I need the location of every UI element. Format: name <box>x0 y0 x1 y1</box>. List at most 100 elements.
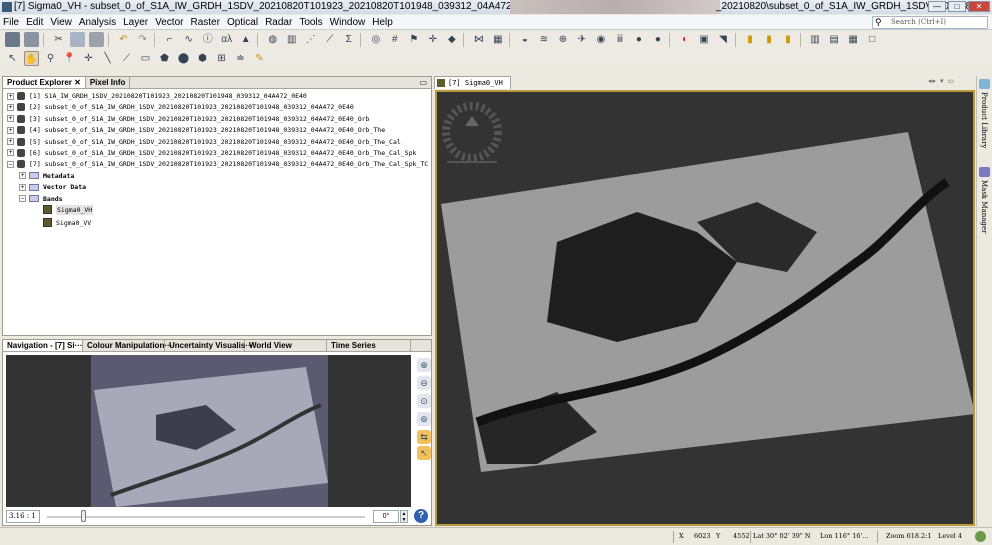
bar-icon[interactable]: ▮ <box>743 32 758 47</box>
histogram-icon[interactable]: ▲ <box>238 32 253 47</box>
gcp-icon[interactable]: ✛ <box>425 32 440 47</box>
save-icon[interactable] <box>24 32 39 47</box>
minimize-panel-button[interactable]: ▭ <box>419 77 427 89</box>
colour-icon[interactable]: ◐ <box>678 32 693 47</box>
mask-icon[interactable]: ▣ <box>697 32 712 47</box>
product-item[interactable]: + [1] S1A_IW_GRDH_1SDV_20210820T101923_20… <box>7 91 431 102</box>
undo-icon[interactable]: ↶ <box>116 32 131 47</box>
menu-view[interactable]: View <box>50 17 72 28</box>
zoom-in-button[interactable]: ⊕ <box>417 358 431 372</box>
menu-layer[interactable]: Layer <box>123 17 148 28</box>
tile-single-icon[interactable]: □ <box>865 32 880 47</box>
search-input[interactable]: Search (Ctrl+I) <box>872 16 988 29</box>
product-item[interactable]: + [3] subset_0_of_S1A_IW_GRDH_1SDV_202108… <box>7 114 431 125</box>
tab-world-view[interactable]: World View <box>245 340 327 351</box>
zoom-tool-icon[interactable]: ⚲ <box>43 51 58 66</box>
band-item-sigma0-vv[interactable]: Sigma0_VV <box>7 218 431 229</box>
metadata-node[interactable]: + Metadata <box>7 171 431 182</box>
zoom-pixel-button[interactable]: ⊙ <box>417 394 431 408</box>
product-item[interactable]: + [4] subset_0_of_S1A_IW_GRDH_1SDV_202108… <box>7 125 431 136</box>
tab-colour-manipulation[interactable]: Colour Manipulation··· <box>83 340 172 351</box>
scatter-plot-icon[interactable]: ⋰ <box>303 32 318 47</box>
image-canvas[interactable] <box>435 90 975 526</box>
world-map-icon[interactable] <box>975 531 986 542</box>
tab-uncertainty-visualisation[interactable]: Uncertainty Visualis··· <box>165 340 253 351</box>
navigation-preview[interactable] <box>6 355 411 507</box>
zoom-out-button[interactable]: ⊖ <box>417 376 431 390</box>
zoom-all-button[interactable]: ⊚ <box>417 412 431 426</box>
line-tool-icon[interactable]: ╲ <box>100 51 115 66</box>
satellite-icon[interactable]: ✈ <box>574 32 589 47</box>
scale-field[interactable]: 3.16 : 1 <box>6 510 40 523</box>
pin-tool-icon[interactable]: 📍 <box>62 51 77 66</box>
tab-pixel-info[interactable]: Pixel Info <box>86 77 131 88</box>
gcp-manager-icon[interactable]: ⊕ <box>555 32 570 47</box>
info-icon[interactable]: ⓘ <box>200 32 215 47</box>
bar2-icon[interactable]: ▮ <box>762 32 777 47</box>
ellipse-tool-icon[interactable]: ⬤ <box>176 51 191 66</box>
range-finder-icon[interactable]: ⊞ <box>214 51 229 66</box>
terrain-icon[interactable]: ◒ <box>517 32 532 47</box>
sync-views-button[interactable]: ⇆ <box>417 430 431 444</box>
tile-horizontal-icon[interactable]: ▥ <box>808 32 823 47</box>
rotation-spinner[interactable]: ▲ ▼ <box>400 510 408 523</box>
menu-analysis[interactable]: Analysis <box>79 17 116 28</box>
select-tool-icon[interactable]: ↖ <box>5 51 20 66</box>
bar3-icon[interactable]: ▮ <box>781 32 796 47</box>
rotation-field[interactable]: 0° <box>373 510 399 523</box>
tab-product-explorer[interactable]: Product Explorer ✕ <box>3 77 86 88</box>
tile-grid-icon[interactable]: ▦ <box>846 32 861 47</box>
layers-icon[interactable]: ◆ <box>444 32 459 47</box>
product-item[interactable]: + [2] subset_0_of_S1A_IW_GRDH_1SDV_202108… <box>7 102 431 113</box>
eye-icon[interactable]: ◉ <box>593 32 608 47</box>
menu-file[interactable]: File <box>3 17 19 28</box>
menu-vector[interactable]: Vector <box>155 17 183 28</box>
sphere-icon[interactable]: ● <box>650 32 665 47</box>
menu-window[interactable]: Window <box>330 17 366 28</box>
zoom-slider-track[interactable] <box>47 516 365 518</box>
profile-plot-icon[interactable]: ▥ <box>284 32 299 47</box>
bands-node[interactable]: − Bands <box>7 194 431 205</box>
menu-radar[interactable]: Radar <box>265 17 292 28</box>
tab-sigma0-vh[interactable]: [7] Sigma0_VH ✕ <box>434 76 511 99</box>
graph-builder-icon[interactable]: ⋈ <box>471 32 486 47</box>
help-icon[interactable]: ? <box>414 509 428 523</box>
paste-icon[interactable] <box>89 32 105 47</box>
menu-raster[interactable]: Raster <box>190 17 219 28</box>
sync-cursor-button[interactable]: ↖ <box>417 446 431 460</box>
waveform-icon[interactable]: ⅲ <box>612 32 627 47</box>
correlation-icon[interactable]: ⟋ <box>322 32 337 47</box>
grid-icon[interactable]: # <box>387 32 402 47</box>
world-icon[interactable]: ● <box>631 32 646 47</box>
globe-icon[interactable]: ◎ <box>368 32 383 47</box>
rectangle-tool-icon[interactable]: ▭ <box>138 51 153 66</box>
draw-icon[interactable]: ≐ <box>233 51 248 66</box>
maximize-button[interactable]: □ <box>948 1 966 12</box>
tile-vertical-icon[interactable]: ▤ <box>827 32 842 47</box>
product-item[interactable]: + [5] subset_0_of_S1A_IW_GRDH_1SDV_202108… <box>7 137 431 148</box>
pencil-icon[interactable]: ✎ <box>252 51 267 66</box>
menu-optical[interactable]: Optical <box>227 17 258 28</box>
menu-edit[interactable]: Edit <box>26 17 43 28</box>
tab-time-series[interactable]: Time Series <box>327 340 411 351</box>
wave-icon[interactable]: ◥ <box>716 32 731 47</box>
menu-help[interactable]: Help <box>372 17 393 28</box>
filter-icon[interactable]: ∿ <box>181 32 196 47</box>
polygon-tool-icon[interactable]: ⬟ <box>157 51 172 66</box>
polyline-tool-icon[interactable]: ⟋ <box>119 51 134 66</box>
sum-icon[interactable]: Σ <box>341 32 356 47</box>
band-item-sigma0-vh[interactable]: Sigma0_VH <box>7 204 431 218</box>
cut-icon[interactable]: ✂ <box>51 32 66 47</box>
band-maths-icon[interactable]: ⌐ <box>162 32 177 47</box>
pan-tool-icon[interactable]: ✋ <box>24 51 39 66</box>
mask-manager-tab[interactable]: Mask Manager <box>980 180 988 233</box>
spectrum-icon[interactable]: αλ <box>219 32 234 47</box>
tab-navigation[interactable]: Navigation - [7] Si··· <box>3 340 83 351</box>
statistics-icon[interactable]: ◍ <box>265 32 280 47</box>
redo-icon[interactable]: ↷ <box>135 32 150 47</box>
pin-icon[interactable]: ⚑ <box>406 32 421 47</box>
copy-icon[interactable] <box>70 32 86 47</box>
view-tab-controls[interactable]: ◂▸ ▾ ▭ <box>928 77 955 85</box>
product-library-tab[interactable]: Product Library <box>980 92 988 148</box>
menu-tools[interactable]: Tools <box>299 17 322 28</box>
